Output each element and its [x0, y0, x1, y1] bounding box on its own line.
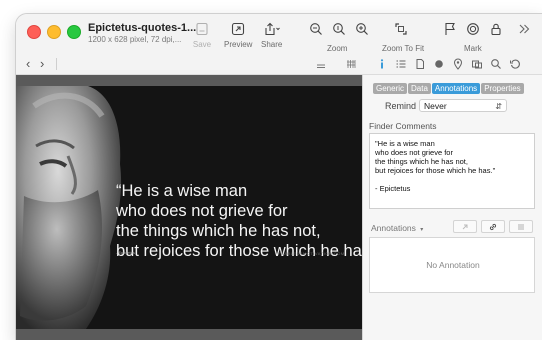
zoom-to-fit-label: Zoom To Fit [382, 44, 425, 53]
preview-button[interactable]: Preview [224, 20, 252, 49]
inspector-tabs: Generic Data Annotations Properties [373, 83, 525, 94]
chevron-updown-icon: ⇵ [495, 102, 502, 111]
gallery-icon[interactable] [470, 57, 484, 71]
minimize-window-button[interactable] [47, 25, 61, 39]
lock-icon[interactable] [486, 20, 506, 38]
tab-generic[interactable]: Generic [373, 83, 408, 94]
finder-comments-label: Finder Comments [369, 121, 437, 131]
list-details-icon[interactable] [394, 57, 408, 71]
comment-line: the things which he has not, [375, 157, 468, 166]
chevron-double-right-icon [514, 20, 534, 38]
quote-attribution: - Epictetus [116, 250, 135, 255]
document-icon[interactable] [413, 57, 427, 71]
tab-data[interactable]: Data [408, 83, 431, 94]
quote-line-3: the things which he has not, [116, 222, 321, 240]
watermark: FEARLESSMOTIVATION.COM [278, 251, 345, 256]
close-window-button[interactable] [27, 25, 41, 39]
back-arrow-icon[interactable]: ‹ [26, 56, 30, 71]
zoom-out-icon[interactable] [306, 20, 326, 38]
share-button[interactable]: Share [261, 20, 282, 49]
toolbar: Epictetus-quotes-1... 1200 x 628 pixel, … [16, 14, 542, 54]
chevron-down-icon: ▾ [420, 227, 424, 233]
divider [56, 58, 57, 70]
mark-group [440, 20, 509, 38]
tab-properties[interactable]: Properties [481, 83, 524, 94]
actual-size-icon[interactable] [329, 20, 349, 38]
image-canvas[interactable]: “He is a wise man who does not grieve fo… [16, 75, 362, 340]
save-label: Save [192, 40, 212, 49]
list-icon [518, 224, 524, 229]
remind-label: Remind [385, 101, 417, 111]
comment-line: - Epictetus [375, 184, 411, 193]
forward-arrow-icon[interactable]: › [40, 56, 44, 71]
zoom-in-icon[interactable] [352, 20, 372, 38]
link-annotation-button[interactable] [481, 220, 505, 233]
save-button[interactable]: Save [192, 20, 212, 49]
annotations-list[interactable]: No Annotation [369, 237, 535, 293]
list-view-icon[interactable] [314, 57, 328, 71]
share-icon [262, 20, 282, 38]
arrow-up-right-icon [462, 224, 468, 229]
finder-comments-field[interactable]: "He is a wise man who does not grieve fo… [369, 133, 535, 209]
zoom-label: Zoom [327, 44, 348, 53]
preview-label: Preview [224, 40, 253, 49]
zoom-to-fit-button[interactable] [391, 20, 411, 38]
tab-annotations[interactable]: Annotations [431, 83, 481, 94]
annotations-label: Annotations [371, 223, 416, 233]
quote-image: “He is a wise man who does not grieve fo… [16, 86, 362, 329]
link-icon [489, 223, 497, 230]
annotations-header: Annotations ▾ [369, 220, 535, 234]
quote-line-2: who does not grieve for [116, 202, 288, 220]
share-label: Share [261, 40, 283, 49]
info-icon[interactable] [375, 57, 389, 71]
save-icon [192, 20, 212, 38]
remind-value: Never [424, 101, 447, 111]
zoom-group [306, 20, 375, 38]
label-icon[interactable] [463, 20, 483, 38]
mark-label: Mark [464, 44, 482, 53]
flag-icon[interactable] [440, 20, 460, 38]
comment-line [375, 175, 529, 184]
zoom-window-button[interactable] [67, 25, 81, 39]
open-annotation-button[interactable] [453, 220, 477, 233]
preview-icon [228, 20, 248, 38]
annotation-list-button[interactable] [509, 220, 533, 233]
navigation-bar: ‹ › [16, 54, 542, 75]
document-info: 1200 x 628 pixel, 72 dpi,... [88, 35, 182, 44]
zoom-to-fit-icon [391, 20, 411, 38]
document-title: Epictetus-quotes-1... [88, 22, 197, 34]
quote-text: “He is a wise man who does not grieve fo… [116, 181, 362, 261]
no-annotation-text: No Annotation [426, 260, 480, 270]
annotations-menu[interactable]: Annotations ▾ [371, 223, 423, 233]
color-icon[interactable] [432, 57, 446, 71]
app-window: Epictetus-quotes-1... 1200 x 628 pixel, … [16, 14, 542, 340]
location-pin-icon[interactable] [451, 57, 465, 71]
comment-line: who does not grieve for [375, 148, 453, 157]
inspector-panel: Generic Data Annotations Properties Remi… [362, 75, 542, 340]
quote-line-1: “He is a wise man [116, 182, 248, 200]
more-toolbar-button[interactable] [514, 20, 534, 38]
remind-select[interactable]: Never ⇵ [419, 99, 507, 112]
search-icon[interactable] [489, 57, 503, 71]
history-icon[interactable] [508, 57, 522, 71]
grid-view-icon[interactable] [344, 57, 358, 71]
comment-line: "He is a wise man [375, 139, 435, 148]
comment-line: but rejoices for those which he has." [375, 166, 496, 175]
